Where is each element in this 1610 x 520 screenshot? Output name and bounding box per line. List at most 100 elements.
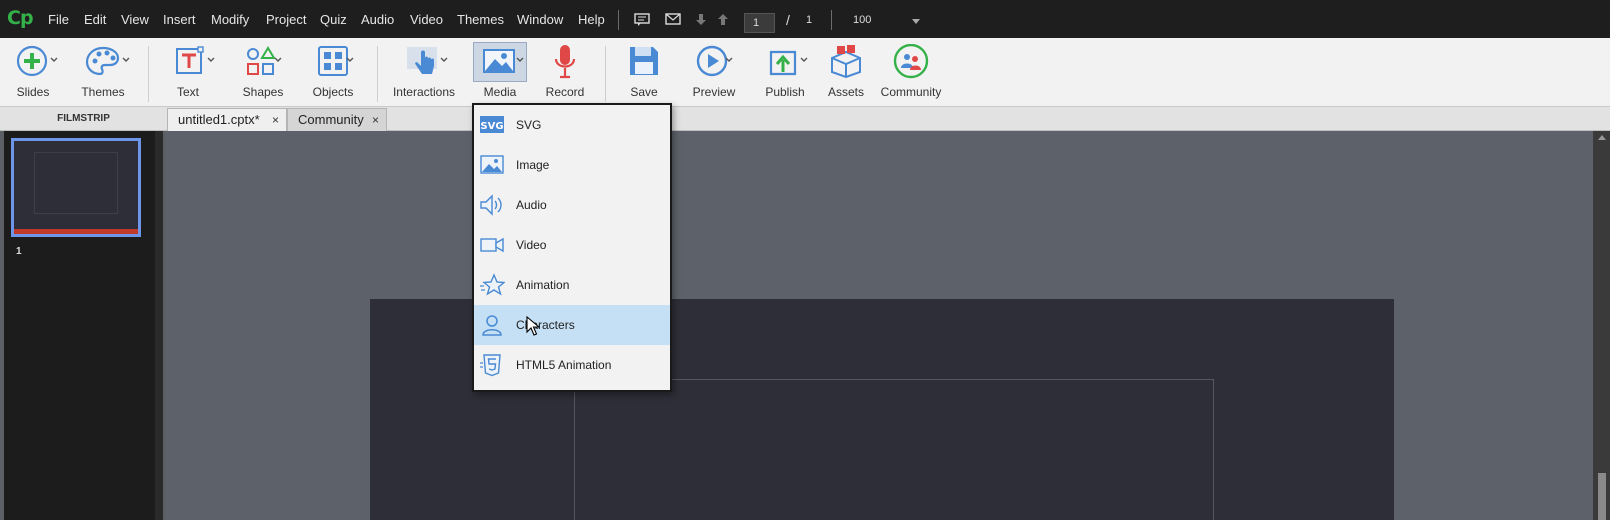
menu-item-characters[interactable]: Characters [474,305,670,345]
text-button[interactable]: Text [160,38,216,107]
svg-icon: SVG [479,113,505,137]
stage-scrollbar[interactable] [1593,131,1610,520]
chevron-down-icon [50,57,58,62]
media-dropdown-menu: SVG SVG Image Audio Video Animation Char… [472,103,672,392]
tab-label: Community [298,112,364,127]
person-icon [479,313,505,337]
comment-icon[interactable] [634,13,650,29]
save-label: Save [630,85,658,99]
page-number-input[interactable] [744,13,775,33]
menu-item-label: Animation [516,278,570,292]
shapes-label: Shapes [242,85,284,99]
palette-icon [85,46,120,76]
menu-project[interactable]: Project [266,12,306,28]
menu-view[interactable]: View [121,12,149,28]
record-button[interactable]: Record [538,38,592,107]
menu-insert[interactable]: Insert [163,12,196,28]
chevron-down-icon [440,57,448,62]
html5-icon [479,353,505,377]
menu-audio[interactable]: Audio [361,12,394,28]
menu-item-svg[interactable]: SVG SVG [474,105,670,145]
preview-button[interactable]: Preview [682,38,746,107]
captivate-window: Cp File Edit View Insert Modify Project … [0,0,1610,520]
save-disk-icon [630,47,658,75]
menu-item-image[interactable]: Image [474,145,670,185]
close-icon[interactable]: × [372,109,379,131]
page-separator: / [786,12,790,28]
menu-item-label: Characters [516,318,575,332]
menu-modify[interactable]: Modify [211,12,249,28]
media-label: Media [483,85,517,99]
slide-thumbnail[interactable] [11,138,141,237]
scroll-up-icon[interactable] [1598,135,1606,140]
chevron-down-icon [516,57,524,62]
chevron-down-icon [725,57,733,62]
content-placeholder[interactable] [574,379,1214,520]
chevron-down-icon [207,57,215,62]
objects-label: Objects [312,85,354,99]
menu-separator [618,10,619,30]
menu-themes[interactable]: Themes [457,12,504,28]
filmstrip-panel: 1 [4,131,163,520]
community-people-icon [893,44,929,79]
filmstrip-scrollbar[interactable] [155,131,163,520]
image-media-icon [483,49,515,73]
text-tool-icon [176,46,204,74]
assets-box-icon [831,45,861,78]
toolbar-separator [377,46,378,102]
add-slide-icon [16,45,48,77]
community-label: Community [880,85,942,99]
interactions-button[interactable]: Interactions [388,38,460,107]
zoom-dropdown-arrow[interactable] [912,19,920,24]
slide-number: 1 [16,246,22,257]
publish-button[interactable]: Publish [752,38,818,107]
community-button[interactable]: Community [878,38,944,107]
assets-label: Assets [827,85,864,99]
scrollbar-thumb[interactable] [1598,473,1606,520]
slides-label: Slides [16,85,50,99]
menu-item-audio[interactable]: Audio [474,185,670,225]
arrow-up-icon[interactable] [717,13,729,29]
filmstrip-title: FILMSTRIP [57,113,110,124]
chevron-down-icon [346,57,354,62]
menu-item-video[interactable]: Video [474,225,670,265]
shapes-button[interactable]: Shapes [232,38,294,107]
toolbar-separator [605,46,606,102]
menu-item-label: Audio [516,198,547,212]
mail-icon[interactable] [665,13,681,28]
assets-button[interactable]: Assets [818,38,874,107]
star-animation-icon [479,273,506,297]
menu-item-label: Video [516,238,547,252]
app-logo: Cp [7,7,34,29]
save-button[interactable]: Save [616,38,672,107]
menu-help[interactable]: Help [578,12,605,28]
menu-item-html5-animation[interactable]: HTML5 Animation [474,345,670,385]
tab-untitled1[interactable]: untitled1.cptx* × [167,108,287,131]
chevron-down-icon [274,57,282,62]
menu-quiz[interactable]: Quiz [320,12,347,28]
slide-thumbnail-placeholder [34,152,118,214]
menu-file[interactable]: File [48,12,69,28]
preview-label: Preview [692,85,736,99]
menu-item-animation[interactable]: Animation [474,265,670,305]
toolbar-separator [148,46,149,102]
themes-label: Themes [81,85,125,99]
publish-label: Publish [765,85,805,99]
close-icon[interactable]: × [272,109,279,131]
objects-button[interactable]: Objects [302,38,364,107]
menu-edit[interactable]: Edit [84,12,106,28]
menu-window[interactable]: Window [517,12,563,28]
menu-item-label: HTML5 Animation [516,358,612,372]
arrow-down-icon[interactable] [695,13,707,29]
mouse-cursor-icon [526,315,541,341]
media-button[interactable]: Media [472,38,528,107]
tab-community[interactable]: Community × [287,108,387,131]
zoom-value[interactable]: 100 [853,14,871,26]
slides-button[interactable]: Slides [4,38,62,107]
chevron-down-icon [122,57,130,62]
stage-canvas [166,131,1593,520]
interactions-label: Interactions [392,85,456,99]
image-icon [479,153,505,177]
themes-button[interactable]: Themes [72,38,134,107]
menu-video[interactable]: Video [410,12,443,28]
